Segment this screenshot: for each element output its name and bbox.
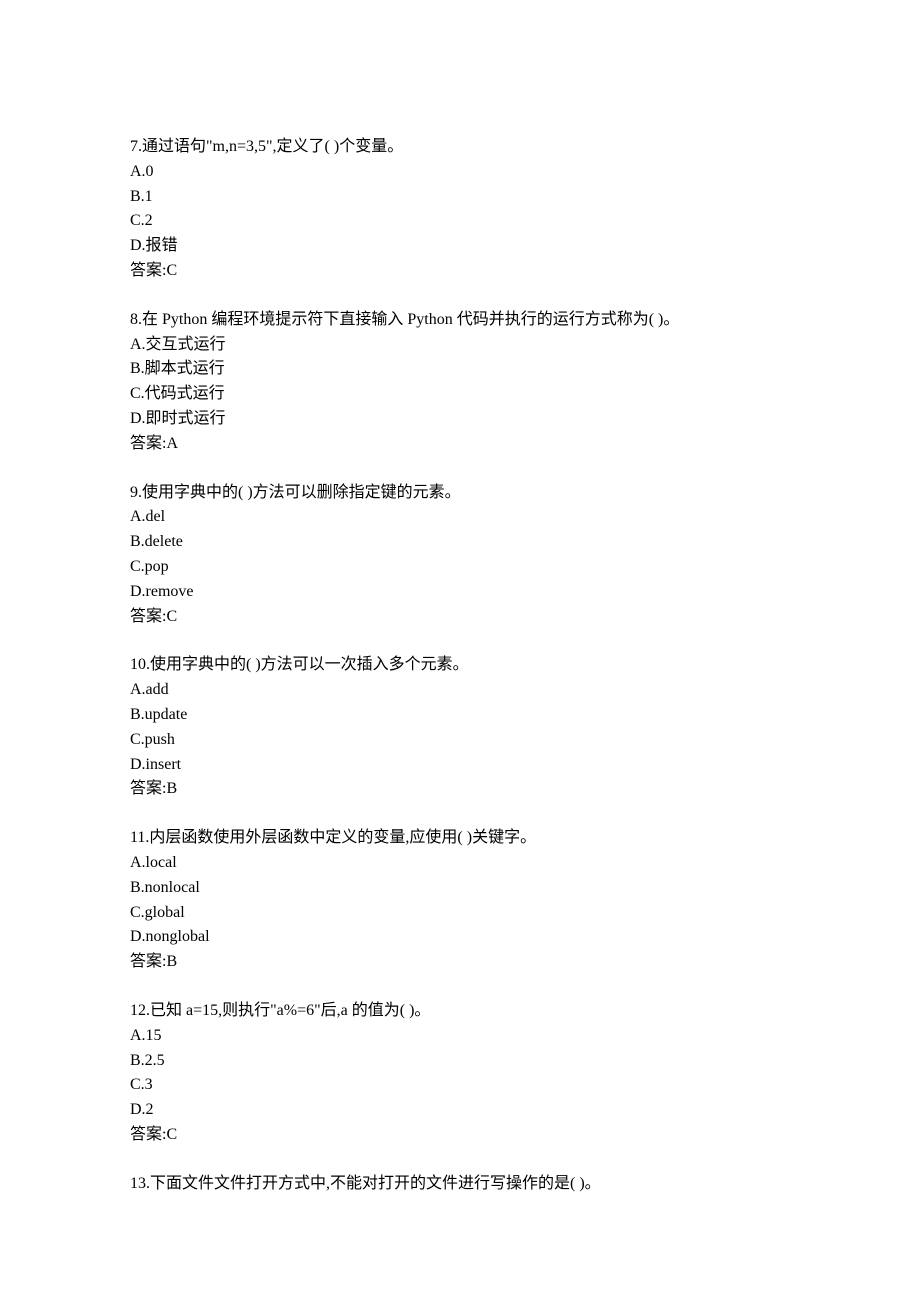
- question-number: 11: [130, 829, 145, 846]
- question-stem-text: 通过语句"m,n=3,5",定义了( )个变量。: [142, 138, 403, 155]
- question-9: 9.使用字典中的( )方法可以删除指定键的元素。 A.del B.delete …: [130, 481, 790, 630]
- question-number: 7: [130, 138, 138, 155]
- option-b: B.1: [130, 185, 790, 210]
- answer: 答案:B: [130, 777, 790, 802]
- question-12: 12.已知 a=15,则执行"a%=6"后,a 的值为( )。 A.15 B.2…: [130, 999, 790, 1148]
- option-d: D.remove: [130, 580, 790, 605]
- option-c: C.2: [130, 209, 790, 234]
- question-number: 12: [130, 1002, 146, 1019]
- option-d: D.2: [130, 1098, 790, 1123]
- question-stem: 10.使用字典中的( )方法可以一次插入多个元素。: [130, 653, 790, 678]
- option-a: A.0: [130, 160, 790, 185]
- question-number: 13: [130, 1175, 146, 1192]
- answer: 答案:C: [130, 259, 790, 284]
- question-stem: 13.下面文件文件打开方式中,不能对打开的文件进行写操作的是( )。: [130, 1172, 790, 1197]
- question-stem: 8.在 Python 编程环境提示符下直接输入 Python 代码并执行的运行方…: [130, 308, 790, 333]
- option-a: A.local: [130, 851, 790, 876]
- question-stem-text: 使用字典中的( )方法可以删除指定键的元素。: [142, 484, 461, 501]
- question-stem-text: 已知 a=15,则执行"a%=6"后,a 的值为( )。: [150, 1002, 430, 1019]
- option-d: D.insert: [130, 753, 790, 778]
- question-stem: 12.已知 a=15,则执行"a%=6"后,a 的值为( )。: [130, 999, 790, 1024]
- option-a: A.add: [130, 678, 790, 703]
- question-8: 8.在 Python 编程环境提示符下直接输入 Python 代码并执行的运行方…: [130, 308, 790, 457]
- question-stem-text: 下面文件文件打开方式中,不能对打开的文件进行写操作的是( )。: [150, 1175, 601, 1192]
- question-11: 11.内层函数使用外层函数中定义的变量,应使用( )关键字。 A.local B…: [130, 826, 790, 975]
- option-c: C.push: [130, 728, 790, 753]
- answer: 答案:B: [130, 950, 790, 975]
- question-stem-text: 使用字典中的( )方法可以一次插入多个元素。: [150, 656, 469, 673]
- question-number: 10: [130, 656, 146, 673]
- question-stem: 11.内层函数使用外层函数中定义的变量,应使用( )关键字。: [130, 826, 790, 851]
- option-b: B.脚本式运行: [130, 357, 790, 382]
- question-10: 10.使用字典中的( )方法可以一次插入多个元素。 A.add B.update…: [130, 653, 790, 802]
- answer: 答案:A: [130, 432, 790, 457]
- option-c: C.代码式运行: [130, 382, 790, 407]
- option-b: B.2.5: [130, 1049, 790, 1074]
- document-page: 7.通过语句"m,n=3,5",定义了( )个变量。 A.0 B.1 C.2 D…: [0, 0, 920, 1302]
- option-c: C.pop: [130, 555, 790, 580]
- question-stem-text: 内层函数使用外层函数中定义的变量,应使用( )关键字。: [149, 829, 536, 846]
- option-a: A.15: [130, 1024, 790, 1049]
- option-c: C.3: [130, 1073, 790, 1098]
- question-stem: 7.通过语句"m,n=3,5",定义了( )个变量。: [130, 135, 790, 160]
- option-d: D.即时式运行: [130, 407, 790, 432]
- question-stem: 9.使用字典中的( )方法可以删除指定键的元素。: [130, 481, 790, 506]
- answer: 答案:C: [130, 1123, 790, 1148]
- option-d: D.nonglobal: [130, 925, 790, 950]
- option-c: C.global: [130, 901, 790, 926]
- question-13: 13.下面文件文件打开方式中,不能对打开的文件进行写操作的是( )。: [130, 1172, 790, 1197]
- option-d: D.报错: [130, 234, 790, 259]
- option-a: A.交互式运行: [130, 333, 790, 358]
- question-number: 9: [130, 484, 138, 501]
- answer: 答案:C: [130, 605, 790, 630]
- question-number: 8: [130, 311, 138, 328]
- option-b: B.delete: [130, 530, 790, 555]
- option-b: B.update: [130, 703, 790, 728]
- question-7: 7.通过语句"m,n=3,5",定义了( )个变量。 A.0 B.1 C.2 D…: [130, 135, 790, 284]
- option-b: B.nonlocal: [130, 876, 790, 901]
- question-stem-text: 在 Python 编程环境提示符下直接输入 Python 代码并执行的运行方式称…: [142, 311, 679, 328]
- option-a: A.del: [130, 505, 790, 530]
